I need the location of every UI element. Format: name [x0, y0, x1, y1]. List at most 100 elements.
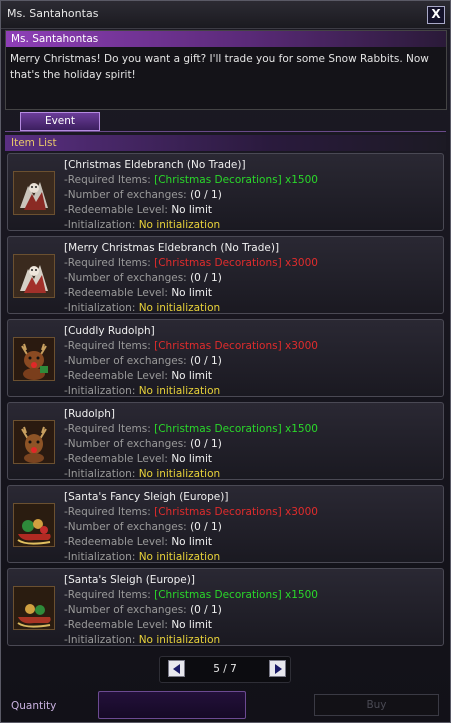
init-row: -Initialization: No initialization: [64, 551, 220, 563]
init-row: -Initialization: No initialization: [64, 634, 220, 646]
triangle-right-icon: [275, 664, 282, 674]
init-value: No initialization: [138, 385, 221, 397]
exchanges-value: (0 / 1): [190, 355, 222, 367]
item-name: [Santa's Sleigh (Europe)]: [64, 574, 195, 586]
level-label: -Redeemable Level:: [64, 453, 168, 465]
required-items-value: [Christmas Decorations] x3000: [154, 340, 318, 352]
exchanges-row: -Number of exchanges: (0 / 1): [64, 438, 222, 450]
tab-divider: [5, 131, 446, 132]
level-row: -Redeemable Level: No limit: [64, 619, 212, 631]
exchanges-row: -Number of exchanges: (0 / 1): [64, 355, 222, 367]
eldebranch-icon: [13, 254, 55, 298]
list-item[interactable]: [Christmas Eldebranch (No Trade)] -Requi…: [7, 153, 444, 231]
exchanges-row: -Number of exchanges: (0 / 1): [64, 272, 222, 284]
level-label: -Redeemable Level:: [64, 619, 168, 631]
init-row: -Initialization: No initialization: [64, 219, 220, 231]
init-label: -Initialization:: [64, 302, 136, 314]
item-name: [Santa's Fancy Sleigh (Europe)]: [64, 491, 229, 503]
sleigh-icon: [13, 586, 55, 630]
required-items-row: -Required Items: [Christmas Decorations]…: [64, 257, 318, 269]
init-label: -Initialization:: [64, 468, 136, 480]
item-name: [Merry Christmas Eldebranch (No Trade)]: [64, 242, 280, 254]
sleigh-icon: [13, 503, 55, 547]
init-label: -Initialization:: [64, 551, 136, 563]
level-label: -Redeemable Level:: [64, 287, 168, 299]
pagination: 5 / 7: [159, 656, 291, 683]
exchanges-value: (0 / 1): [190, 272, 222, 284]
required-items-label: -Required Items:: [64, 506, 151, 518]
reindeer-icon: [13, 337, 55, 381]
level-label: -Redeemable Level:: [64, 204, 168, 216]
level-row: -Redeemable Level: No limit: [64, 204, 212, 216]
next-page-button[interactable]: [269, 660, 286, 677]
required-items-value: [Christmas Decorations] x3000: [154, 506, 318, 518]
list-item[interactable]: [Merry Christmas Eldebranch (No Trade)] …: [7, 236, 444, 314]
init-row: -Initialization: No initialization: [64, 468, 220, 480]
required-items-value: [Christmas Decorations] x1500: [154, 423, 318, 435]
list-item[interactable]: [Rudolph] -Required Items: [Christmas De…: [7, 402, 444, 480]
quantity-input[interactable]: [98, 691, 246, 719]
init-value: No initialization: [138, 551, 221, 563]
level-row: -Redeemable Level: No limit: [64, 536, 212, 548]
required-items-value: [Christmas Decorations] x1500: [154, 589, 318, 601]
required-items-row: -Required Items: [Christmas Decorations]…: [64, 340, 318, 352]
level-label: -Redeemable Level:: [64, 536, 168, 548]
close-button[interactable]: X: [427, 6, 445, 24]
exchanges-label: -Number of exchanges:: [64, 521, 187, 533]
npc-dialog-text: Merry Christmas! Do you want a gift? I'l…: [10, 53, 429, 81]
init-value: No initialization: [138, 302, 221, 314]
required-items-label: -Required Items:: [64, 423, 151, 435]
required-items-label: -Required Items:: [64, 589, 151, 601]
level-value: No limit: [171, 453, 213, 465]
npc-dialog-box: Ms. Santahontas Merry Christmas! Do you …: [5, 30, 447, 110]
exchanges-row: -Number of exchanges: (0 / 1): [64, 189, 222, 201]
npc-shop-window: Ms. Santahontas X Ms. Santahontas Merry …: [0, 0, 451, 723]
item-name: [Cuddly Rudolph]: [64, 325, 155, 337]
init-value: No initialization: [138, 634, 221, 646]
level-row: -Redeemable Level: No limit: [64, 287, 212, 299]
init-label: -Initialization:: [64, 219, 136, 231]
required-items-label: -Required Items:: [64, 257, 151, 269]
title-bar[interactable]: Ms. Santahontas X: [1, 1, 450, 29]
exchanges-label: -Number of exchanges:: [64, 604, 187, 616]
level-value: No limit: [171, 536, 213, 548]
exchanges-label: -Number of exchanges:: [64, 355, 187, 367]
exchanges-value: (0 / 1): [190, 521, 222, 533]
exchanges-value: (0 / 1): [190, 438, 222, 450]
level-value: No limit: [171, 370, 213, 382]
tab-event[interactable]: Event: [20, 112, 100, 131]
required-items-row: -Required Items: [Christmas Decorations]…: [64, 423, 318, 435]
level-value: No limit: [171, 287, 213, 299]
list-item[interactable]: [Santa's Sleigh (Europe)] -Required Item…: [7, 568, 444, 646]
required-items-label: -Required Items:: [64, 340, 151, 352]
exchanges-value: (0 / 1): [190, 189, 222, 201]
required-items-label: -Required Items:: [64, 174, 151, 186]
level-row: -Redeemable Level: No limit: [64, 370, 212, 382]
reindeer-icon: [13, 420, 55, 464]
window-title: Ms. Santahontas: [7, 7, 99, 20]
init-row: -Initialization: No initialization: [64, 302, 220, 314]
required-items-value: [Christmas Decorations] x1500: [154, 174, 318, 186]
exchanges-label: -Number of exchanges:: [64, 272, 187, 284]
buy-button[interactable]: Buy: [314, 694, 439, 716]
init-label: -Initialization:: [64, 385, 136, 397]
init-row: -Initialization: No initialization: [64, 385, 220, 397]
item-list-header: Item List: [5, 135, 446, 151]
list-item[interactable]: [Cuddly Rudolph] -Required Items: [Chris…: [7, 319, 444, 397]
exchanges-row: -Number of exchanges: (0 / 1): [64, 604, 222, 616]
exchanges-value: (0 / 1): [190, 604, 222, 616]
init-value: No initialization: [138, 468, 221, 480]
required-items-row: -Required Items: [Christmas Decorations]…: [64, 506, 318, 518]
level-row: -Redeemable Level: No limit: [64, 453, 212, 465]
item-name: [Rudolph]: [64, 408, 115, 420]
required-items-row: -Required Items: [Christmas Decorations]…: [64, 174, 318, 186]
required-items-row: -Required Items: [Christmas Decorations]…: [64, 589, 318, 601]
level-value: No limit: [171, 204, 213, 216]
eldebranch-icon: [13, 171, 55, 215]
level-label: -Redeemable Level:: [64, 370, 168, 382]
level-value: No limit: [171, 619, 213, 631]
list-item[interactable]: [Santa's Fancy Sleigh (Europe)] -Require…: [7, 485, 444, 563]
init-label: -Initialization:: [64, 634, 136, 646]
npc-name: Ms. Santahontas: [6, 31, 446, 47]
exchanges-label: -Number of exchanges:: [64, 438, 187, 450]
